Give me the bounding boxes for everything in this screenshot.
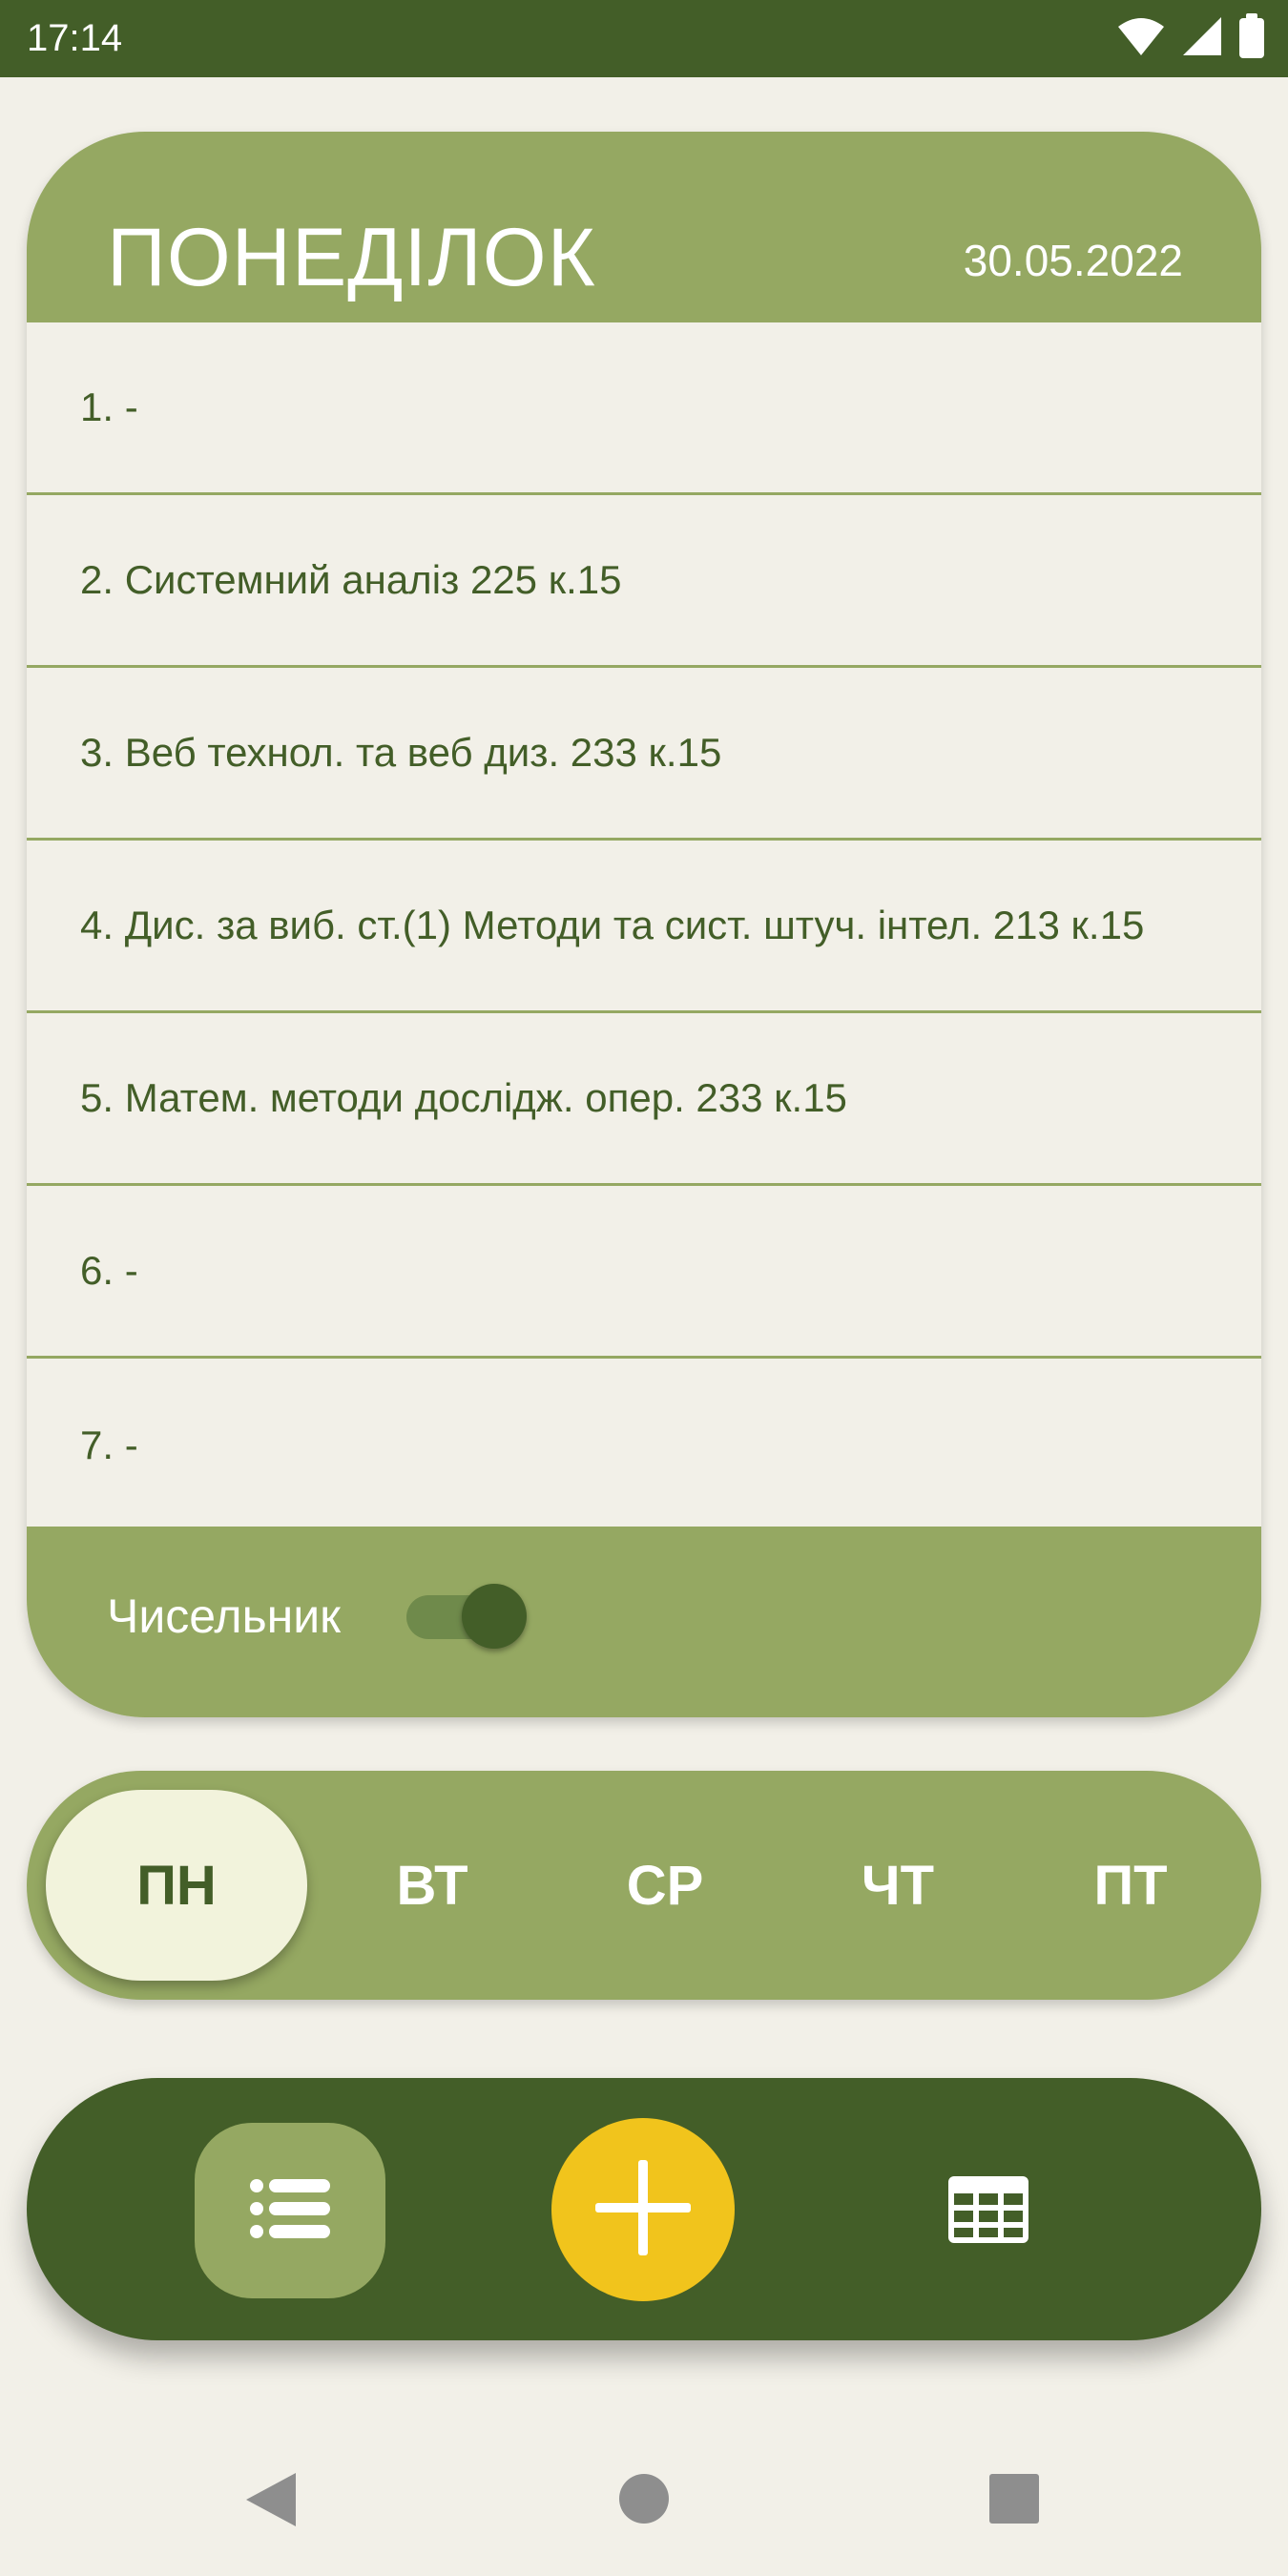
recents-square-icon[interactable] <box>988 2473 1040 2524</box>
system-navigation-bar <box>0 2423 1288 2576</box>
lesson-text: 4. Дис. за виб. ст.(1) Методи та сист. ш… <box>80 903 1145 947</box>
lesson-row-4[interactable]: 4. Дис. за виб. ст.(1) Методи та сист. ш… <box>27 841 1261 1013</box>
weekday-fri[interactable]: ПТ <box>1032 1771 1229 2000</box>
day-footer: Чисельник <box>27 1527 1261 1717</box>
calendar-view-button[interactable] <box>922 2145 1055 2278</box>
calendar-grid-icon <box>948 2175 1028 2248</box>
day-name: ПОНЕДІЛОК <box>107 212 596 303</box>
day-header: ПОНЕДІЛОК 30.05.2022 <box>27 132 1261 322</box>
lesson-row-1[interactable]: 1. - <box>27 322 1261 495</box>
lesson-text: 3. Веб технол. та веб диз. 233 к.15 <box>80 730 722 775</box>
day-date: 30.05.2022 <box>963 236 1183 285</box>
lesson-list: 1. - 2. Системний аналіз 225 к.15 3. Веб… <box>27 322 1261 1531</box>
weekday-tue[interactable]: ВТ <box>334 1771 530 2000</box>
lesson-row-3[interactable]: 3. Веб технол. та веб диз. 233 к.15 <box>27 668 1261 841</box>
plus-icon <box>595 2159 691 2260</box>
weekday-thu[interactable]: ЧТ <box>800 1771 996 2000</box>
lesson-row-6[interactable]: 6. - <box>27 1186 1261 1359</box>
cellular-signal-icon <box>1181 15 1223 62</box>
weekday-wed[interactable]: СР <box>567 1771 763 2000</box>
lesson-row-7[interactable]: 7. - <box>27 1359 1261 1531</box>
lesson-text: 2. Системний аналіз 225 к.15 <box>80 557 622 602</box>
lesson-text: 6. - <box>80 1248 138 1293</box>
lesson-text: 5. Матем. методи дослідж. опер. 233 к.15 <box>80 1075 847 1120</box>
week-type-switch[interactable] <box>397 1580 532 1652</box>
day-schedule-card: ПОНЕДІЛОК 30.05.2022 1. - 2. Системний а… <box>27 132 1261 1717</box>
bottom-navigation <box>27 2078 1261 2340</box>
switch-thumb <box>462 1584 527 1649</box>
lesson-row-5[interactable]: 5. Матем. методи дослідж. опер. 233 к.15 <box>27 1013 1261 1186</box>
list-view-button[interactable] <box>195 2123 385 2298</box>
back-triangle-icon[interactable] <box>242 2469 300 2530</box>
home-circle-icon[interactable] <box>618 2473 670 2524</box>
lesson-row-2[interactable]: 2. Системний аналіз 225 к.15 <box>27 495 1261 668</box>
status-icons <box>1116 12 1265 64</box>
lesson-text: 7. - <box>80 1422 138 1467</box>
add-button[interactable] <box>551 2118 735 2301</box>
status-bar: 17:14 <box>0 0 1288 77</box>
battery-icon <box>1238 12 1265 64</box>
list-icon <box>250 2177 330 2245</box>
status-time: 17:14 <box>27 17 123 59</box>
wifi-icon <box>1116 15 1166 62</box>
weekday-mon[interactable]: ПН <box>46 1790 307 1981</box>
week-type-label: Чисельник <box>107 1589 342 1643</box>
lesson-text: 1. - <box>80 384 138 429</box>
weekday-selector: ПН ВТ СР ЧТ ПТ <box>27 1771 1261 2000</box>
